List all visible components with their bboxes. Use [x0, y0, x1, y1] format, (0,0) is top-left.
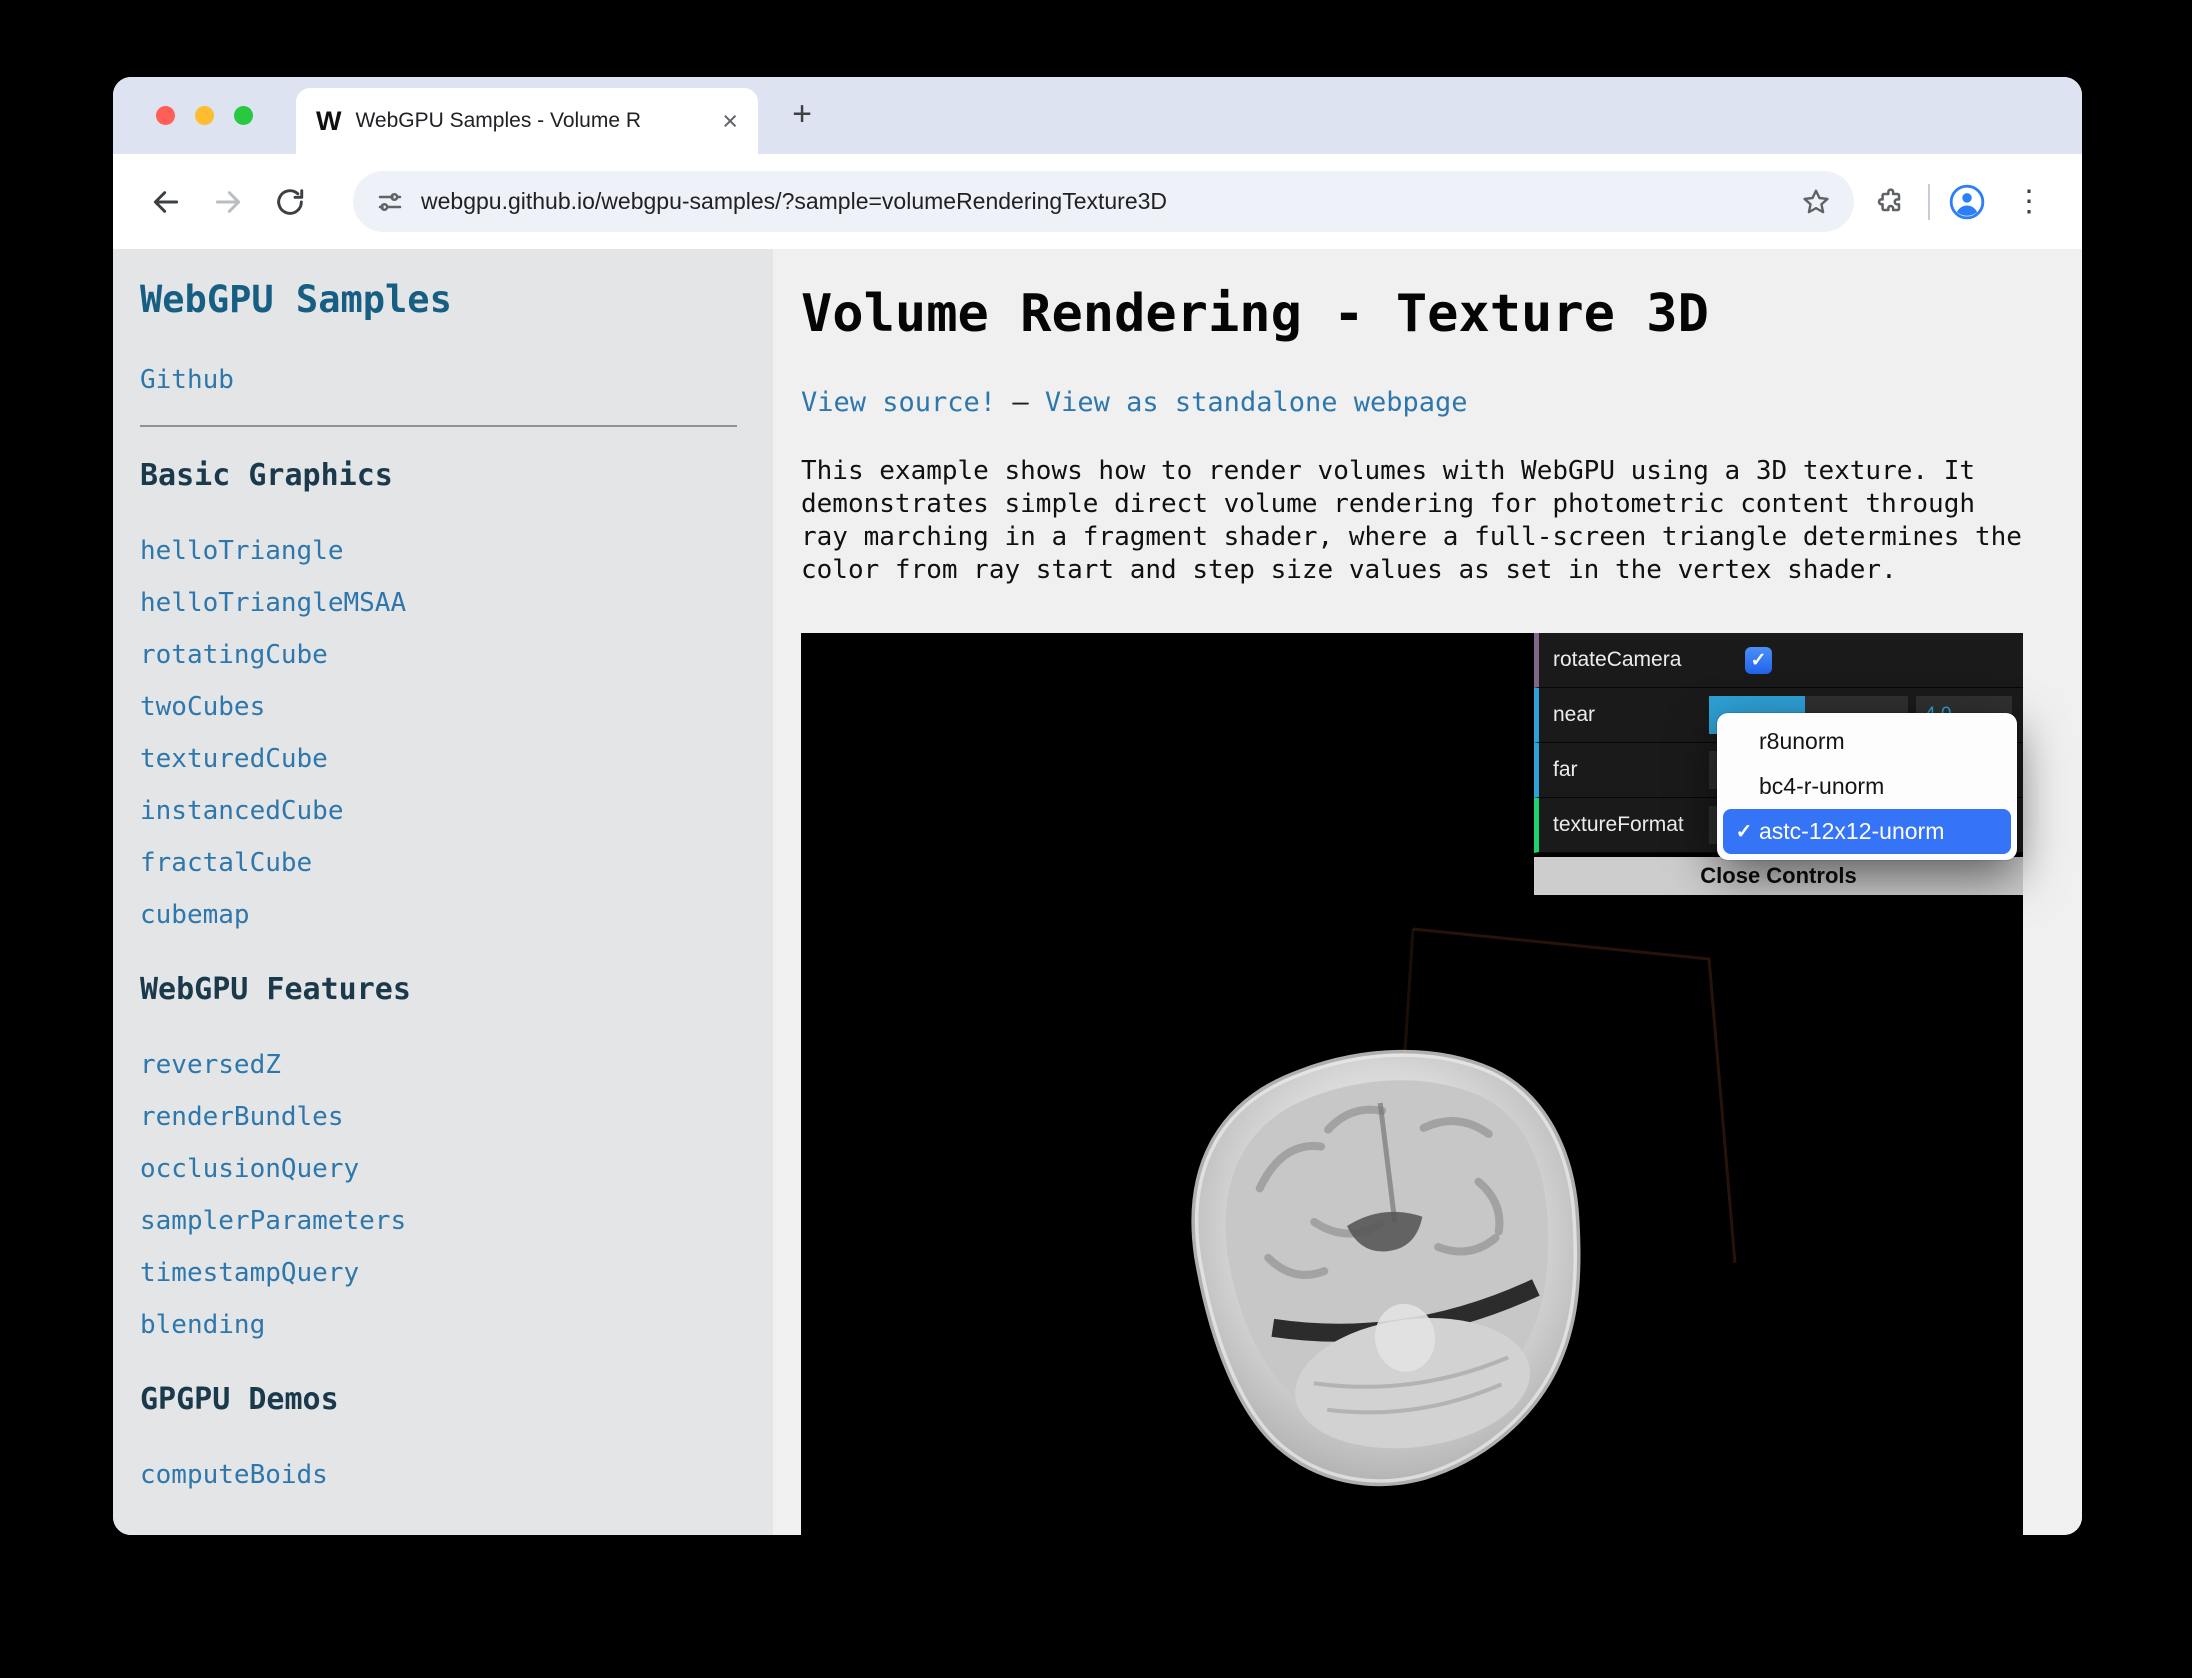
desktop-background: W WebGPU Samples - Volume R × + webgpu.g… [0, 0, 2192, 1678]
gui-row-rotate-camera: rotateCamera [1534, 633, 2023, 688]
sidebar-section-basic-graphics: Basic Graphics helloTrianglehelloTriangl… [140, 457, 737, 941]
sidebar-link[interactable]: blending [140, 1299, 737, 1351]
sidebar-link[interactable]: instancedCube [140, 785, 737, 837]
sidebar-link[interactable]: samplerParameters [140, 1195, 737, 1247]
window-controls [156, 106, 253, 125]
close-controls-button[interactable]: Close Controls [1534, 857, 2023, 895]
sidebar-link[interactable]: cubemap [140, 889, 737, 941]
sidebar-link[interactable]: twoCubes [140, 681, 737, 733]
sidebar-link[interactable]: reversedZ [140, 1039, 737, 1091]
sidebar-link-list: helloTrianglehelloTriangleMSAArotatingCu… [140, 525, 737, 941]
dropdown-option-label: bc4-r-unorm [1759, 773, 1884, 800]
forward-button[interactable] [205, 179, 251, 225]
profile-button[interactable] [1944, 179, 1990, 225]
minimize-window-button[interactable] [195, 106, 214, 125]
dropdown-option[interactable]: ✓astc-12x12-unorm [1723, 809, 2011, 854]
sample-description: This example shows how to render volumes… [801, 455, 2033, 587]
sidebar-section-heading: Basic Graphics [140, 457, 737, 495]
new-tab-button[interactable]: + [780, 93, 824, 137]
page-title: Volume Rendering - Texture 3D [801, 283, 2026, 345]
reload-icon [274, 186, 306, 218]
sidebar-link[interactable]: computeBoids [140, 1449, 737, 1501]
reload-button[interactable] [267, 179, 313, 225]
bookmark-star-icon[interactable] [1800, 186, 1832, 218]
back-arrow-icon [150, 186, 182, 218]
page-content: WebGPU Samples Github Basic Graphics hel… [113, 249, 2082, 1535]
sidebar-link[interactable]: helloTriangle [140, 525, 737, 577]
sidebar-section-webgpu-features: WebGPU Features reversedZrenderBundlesoc… [140, 971, 737, 1351]
sidebar-title: WebGPU Samples [140, 277, 737, 323]
sidebar-link[interactable]: helloTriangleMSAA [140, 577, 737, 629]
sample-main: Volume Rendering - Texture 3D View sourc… [773, 249, 2082, 1535]
texture-format-dropdown: r8unormbc4-r-unorm✓astc-12x12-unorm [1717, 713, 2017, 860]
dropdown-option[interactable]: bc4-r-unorm [1723, 764, 2011, 809]
sidebar-link-list: reversedZrenderBundlesocclusionQuerysamp… [140, 1039, 737, 1351]
sidebar-section-gpgpu-demos: GPGPU Demos computeBoids [140, 1381, 737, 1501]
url-bar[interactable]: webgpu.github.io/webgpu-samples/?sample=… [353, 171, 1854, 232]
forward-arrow-icon [212, 186, 244, 218]
dropdown-option-label: r8unorm [1759, 728, 1845, 755]
site-settings-icon[interactable] [375, 187, 405, 217]
sidebar-link[interactable]: renderBundles [140, 1091, 737, 1143]
link-separator: — [1012, 387, 1028, 418]
close-tab-icon[interactable]: × [722, 108, 738, 135]
browser-window: W WebGPU Samples - Volume R × + webgpu.g… [113, 77, 2082, 1535]
three-dot-menu-icon: ⋮ [2014, 184, 2044, 219]
url-text[interactable]: webgpu.github.io/webgpu-samples/?sample=… [421, 188, 1167, 215]
sidebar-divider [140, 425, 737, 427]
sidebar-link-list: computeBoids [140, 1449, 737, 1501]
rotate-camera-checkbox[interactable] [1745, 647, 1772, 674]
browser-menu-button[interactable]: ⋮ [2006, 179, 2052, 225]
dropdown-option[interactable]: r8unorm [1723, 719, 2011, 764]
profile-avatar-icon [1948, 183, 1986, 221]
extensions-button[interactable] [1868, 179, 1914, 225]
gui-label: rotateCamera [1539, 648, 1709, 672]
sidebar-link[interactable]: rotatingCube [140, 629, 737, 681]
brain-slice [1176, 1033, 1606, 1503]
tab-favicon-icon: W [316, 106, 341, 137]
puzzle-icon [1875, 186, 1907, 218]
sidebar-link[interactable]: fractalCube [140, 837, 737, 889]
gui-label: far [1539, 758, 1709, 782]
toolbar-separator [1928, 184, 1930, 220]
sidebar-section-heading: GPGPU Demos [140, 1381, 737, 1419]
toolbar-right-cluster: ⋮ [1868, 179, 2052, 225]
zoom-window-button[interactable] [234, 106, 253, 125]
tab-strip: W WebGPU Samples - Volume R × + [113, 77, 2082, 154]
sidebar-link[interactable]: texturedCube [140, 733, 737, 785]
sidebar-link[interactable]: timestampQuery [140, 1247, 737, 1299]
view-source-link[interactable]: View source! [801, 387, 996, 418]
gui-label: textureFormat [1539, 813, 1709, 837]
sample-canvas[interactable]: rotateCamera near 4.0 [801, 633, 2023, 1535]
browser-toolbar: webgpu.github.io/webgpu-samples/?sample=… [113, 154, 2082, 249]
github-link[interactable]: Github [140, 363, 737, 397]
standalone-link[interactable]: View as standalone webpage [1045, 387, 1468, 418]
samples-sidebar: WebGPU Samples Github Basic Graphics hel… [113, 249, 773, 1535]
sidebar-link[interactable]: occlusionQuery [140, 1143, 737, 1195]
close-window-button[interactable] [156, 106, 175, 125]
sample-links-line: View source! — View as standalone webpag… [801, 385, 2026, 421]
active-tab[interactable]: W WebGPU Samples - Volume R × [296, 88, 758, 154]
gui-label: near [1539, 703, 1709, 727]
tab-title: WebGPU Samples - Volume R [355, 109, 708, 133]
checkmark-icon: ✓ [1729, 819, 1759, 844]
dropdown-option-label: astc-12x12-unorm [1759, 818, 1944, 845]
back-button[interactable] [143, 179, 189, 225]
sidebar-section-heading: WebGPU Features [140, 971, 737, 1009]
